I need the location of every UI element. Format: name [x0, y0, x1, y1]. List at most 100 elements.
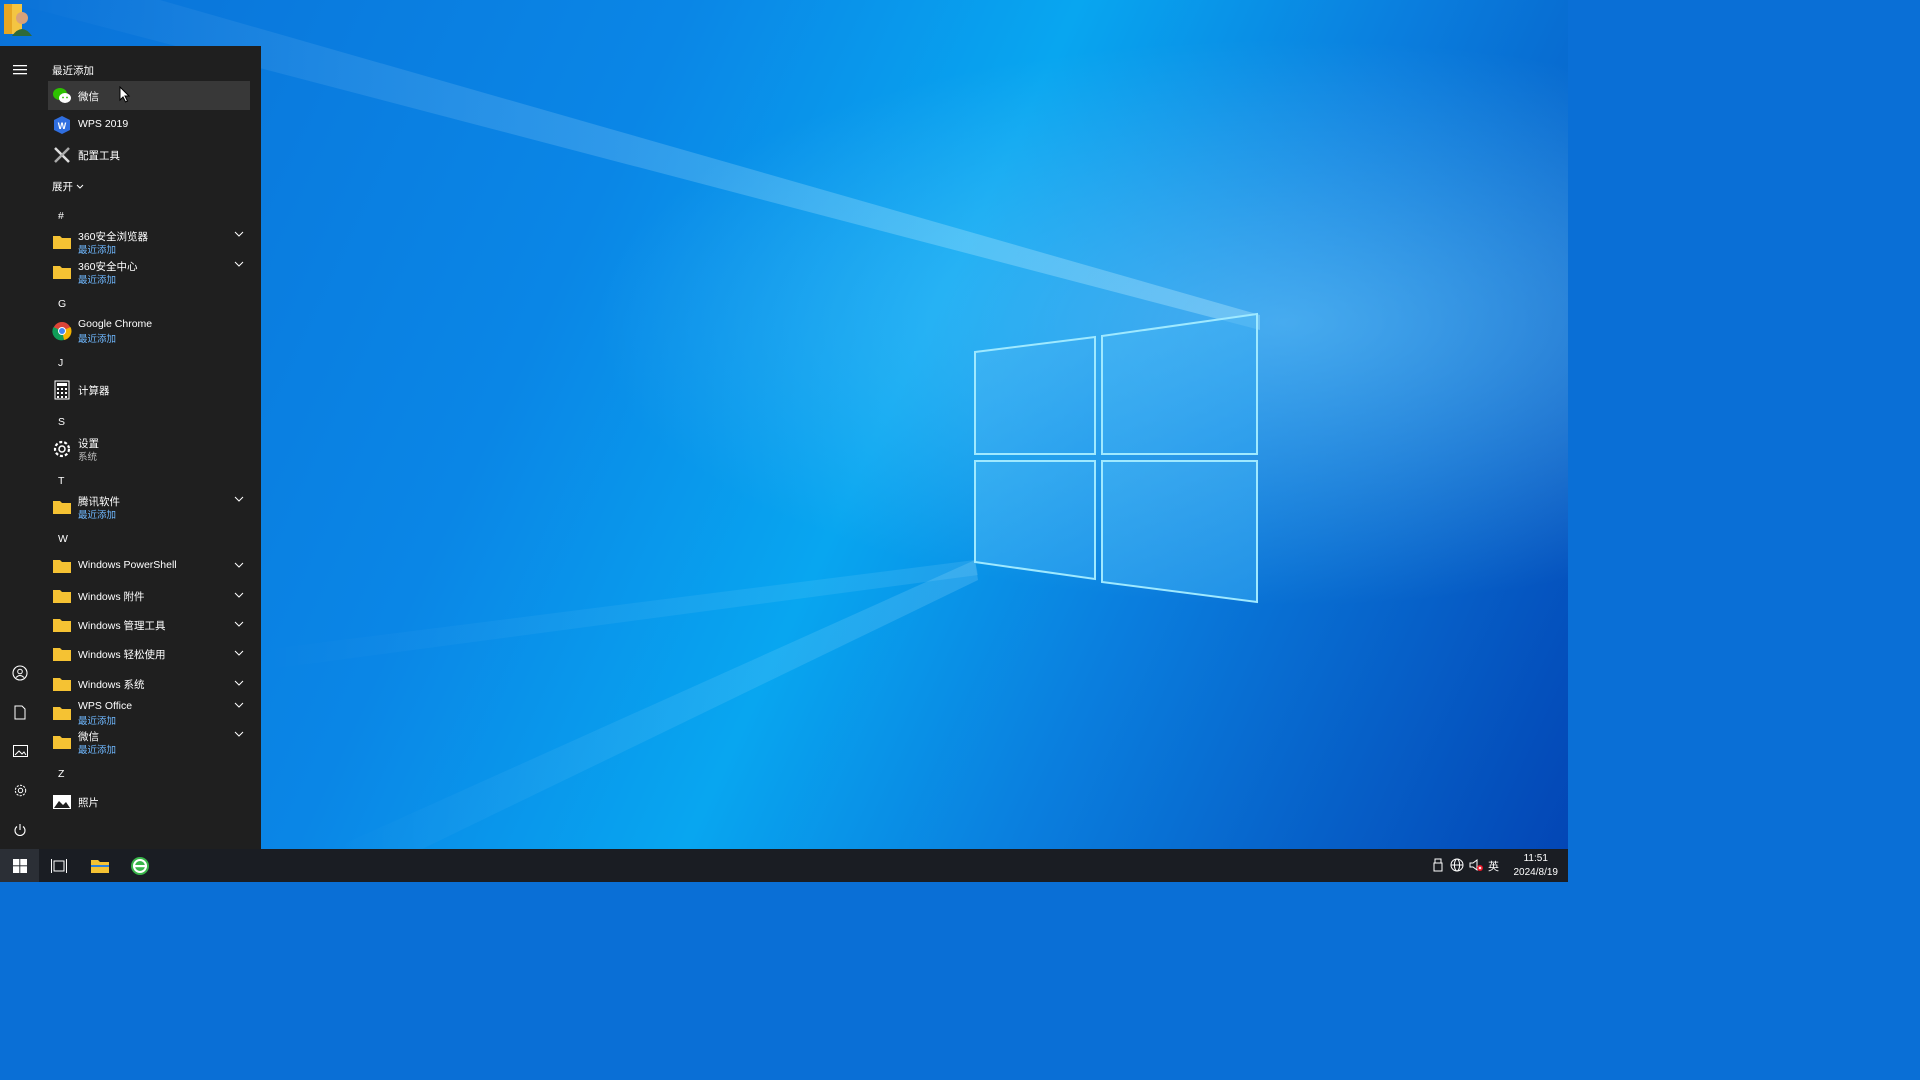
recent-item-config-tool[interactable]: 配置工具 [48, 140, 250, 169]
file-explorer-icon [91, 859, 109, 873]
app-item-settings[interactable]: 设置 系统 [48, 434, 250, 463]
item-sublabel: 最近添加 [78, 245, 117, 256]
task-view-button[interactable] [41, 849, 77, 882]
app-item-windows-system[interactable]: Windows 系统 [48, 669, 250, 698]
windows-start-button[interactable] [0, 849, 39, 882]
letter-hash[interactable]: # [58, 210, 64, 222]
letter-s[interactable]: S [58, 416, 65, 428]
item-label: Windows 系统 [78, 679, 145, 691]
user-icon[interactable] [8, 661, 32, 685]
expand-label: 展开 [52, 181, 73, 193]
power-icon[interactable] [8, 818, 32, 842]
recent-item-wechat[interactable]: 微信 [48, 81, 250, 110]
clock-date: 2024/8/19 [1513, 867, 1559, 878]
app-item-accessories[interactable]: Windows 附件 [48, 581, 250, 610]
item-sublabel: 最近添加 [78, 275, 117, 286]
chevron-down-icon[interactable] [234, 680, 244, 688]
folder-icon [53, 590, 71, 603]
app-item-calculator[interactable]: 计算器 [48, 375, 250, 404]
item-sublabel: 最近添加 [78, 510, 117, 521]
item-sublabel: 系统 [78, 452, 98, 463]
folder-icon [53, 501, 71, 514]
mouse-cursor [119, 86, 131, 103]
network-icon[interactable] [1450, 858, 1464, 872]
user-folder-icon[interactable] [0, 0, 38, 38]
chevron-down-icon[interactable] [234, 496, 244, 504]
volume-muted-icon[interactable] [1469, 858, 1483, 872]
folder-icon [53, 736, 71, 749]
app-item-wechat-folder[interactable]: 微信 最近添加 [48, 727, 250, 756]
file-explorer-button[interactable] [81, 849, 119, 882]
chevron-down-icon[interactable] [234, 650, 244, 658]
letter-z[interactable]: Z [58, 768, 64, 780]
clock-time: 11:51 [1523, 853, 1548, 864]
app-item-photos[interactable]: 照片 [48, 787, 250, 816]
app-item-powershell[interactable]: Windows PowerShell [48, 551, 250, 580]
photos-icon [53, 795, 71, 809]
item-label: Windows 轻松使用 [78, 649, 166, 661]
input-language-indicator[interactable]: 英 [1488, 858, 1499, 874]
letter-w[interactable]: W [58, 533, 68, 545]
clock[interactable]: 11:51 2024/8/19 [1514, 852, 1559, 880]
browser-360-button[interactable] [121, 849, 159, 882]
chevron-down-icon[interactable] [234, 702, 244, 710]
letter-t[interactable]: T [58, 475, 64, 487]
wechat-icon [53, 88, 71, 103]
windows-start-icon [12, 858, 27, 873]
folder-icon [53, 619, 71, 632]
hamburger-icon[interactable] [8, 58, 32, 82]
start-menu: 最近添加 微信 W WPS 2019 配置工具 展开 # 360安全浏览器 最近… [0, 46, 261, 849]
item-label: Windows 附件 [78, 591, 145, 603]
chevron-down-icon[interactable] [234, 231, 244, 239]
tools-icon [54, 147, 70, 163]
folder-icon [53, 236, 71, 249]
wps-icon: W [54, 116, 70, 134]
app-item-admin-tools[interactable]: Windows 管理工具 [48, 610, 250, 639]
svg-text:W: W [58, 121, 67, 131]
letter-j[interactable]: J [58, 357, 63, 369]
item-label: Windows PowerShell [78, 559, 177, 571]
app-item-wps-office[interactable]: WPS Office 最近添加 [48, 698, 250, 727]
item-label: WPS 2019 [78, 118, 129, 130]
recent-item-wps[interactable]: W WPS 2019 [48, 110, 250, 139]
pictures-icon[interactable] [8, 739, 32, 763]
settings-icon[interactable] [8, 778, 32, 802]
chevron-down-icon[interactable] [234, 731, 244, 739]
chrome-icon [52, 322, 72, 341]
folder-icon [53, 648, 71, 661]
usb-icon[interactable] [1431, 858, 1445, 872]
item-sublabel: 最近添加 [78, 716, 117, 727]
item-label: 照片 [78, 797, 99, 809]
chevron-down-icon[interactable] [234, 592, 244, 600]
folder-icon [53, 266, 71, 279]
chevron-down-icon[interactable] [234, 621, 244, 629]
folder-icon [53, 707, 71, 720]
app-list: 最近添加 微信 W WPS 2019 配置工具 展开 # 360安全浏览器 最近… [40, 46, 261, 849]
chevron-down-icon [76, 184, 84, 189]
item-label: 配置工具 [78, 150, 120, 162]
document-icon[interactable] [8, 700, 32, 724]
item-sublabel: 最近添加 [78, 745, 117, 756]
item-label: Google Chrome [78, 318, 153, 330]
chevron-down-icon[interactable] [234, 261, 244, 269]
expand-button[interactable]: 展开 [52, 179, 84, 194]
browser-360-icon [131, 856, 149, 875]
app-item-ease-of-access[interactable]: Windows 轻松使用 [48, 639, 250, 668]
taskbar: 英 11:51 2024/8/19 [0, 849, 1568, 882]
app-item-360-center[interactable]: 360安全中心 最近添加 [48, 257, 250, 286]
app-item-chrome[interactable]: Google Chrome 最近添加 [48, 316, 250, 345]
folder-icon [53, 560, 71, 573]
chevron-down-icon[interactable] [234, 562, 244, 570]
item-sublabel: 最近添加 [78, 334, 117, 345]
start-rail [0, 46, 40, 849]
letter-g[interactable]: G [58, 298, 66, 310]
recent-header: 最近添加 [52, 65, 94, 77]
item-label: Windows 管理工具 [78, 620, 166, 632]
item-label: 计算器 [78, 385, 110, 397]
item-label: 微信 [78, 91, 99, 103]
folder-icon [53, 678, 71, 691]
task-view-icon [51, 858, 67, 873]
app-item-360-browser[interactable]: 360安全浏览器 最近添加 [48, 227, 250, 256]
item-label: WPS Office [78, 700, 133, 712]
app-item-tencent[interactable]: 腾讯软件 最近添加 [48, 492, 250, 521]
